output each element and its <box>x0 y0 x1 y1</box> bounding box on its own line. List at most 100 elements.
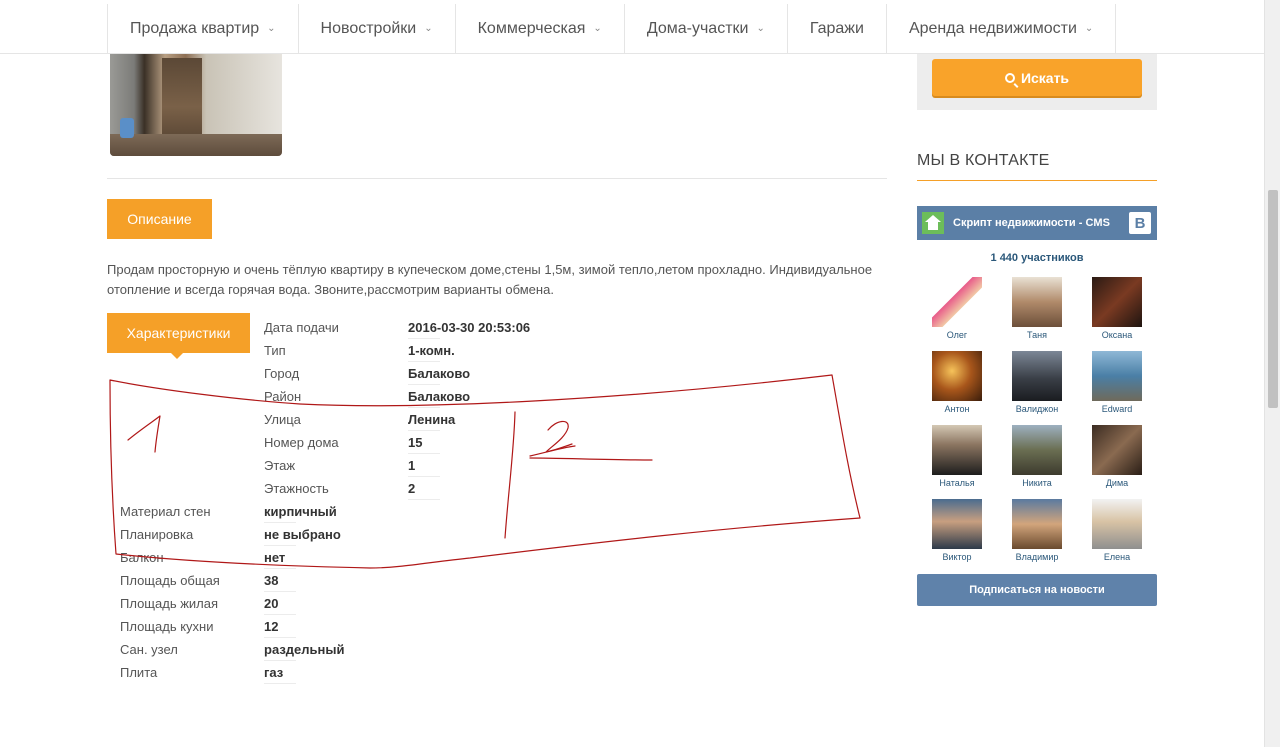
characteristic-row: Этажность 2 <box>264 477 442 500</box>
vk-member[interactable]: Edward <box>1089 351 1145 414</box>
vk-member-name[interactable]: Виктор <box>929 552 985 562</box>
page-scrollbar[interactable] <box>1264 0 1280 747</box>
nav-item-label: Продажа квартир <box>130 20 260 37</box>
characteristic-value: Балаково <box>408 389 471 408</box>
nav-item-5[interactable]: Гаражи <box>788 4 887 54</box>
avatar[interactable] <box>932 425 982 475</box>
vk-member[interactable]: Антон <box>929 351 985 414</box>
nav-item-label: Аренда недвижимости <box>908 20 1077 37</box>
divider <box>107 178 887 179</box>
characteristic-label: Город <box>264 366 300 381</box>
nav-item-3[interactable]: Коммерческая ⌄ <box>456 4 625 54</box>
characteristic-label: Планировка <box>120 527 194 542</box>
characteristic-row: Улица Ленина <box>264 408 455 431</box>
vk-member-name[interactable]: Валиджон <box>1009 404 1065 414</box>
vk-member-name[interactable]: Елена <box>1089 552 1145 562</box>
characteristic-value: 12 <box>264 619 298 638</box>
vk-member-name[interactable]: Оксана <box>1089 330 1145 340</box>
chevron-down-icon: ⌄ <box>1084 22 1094 34</box>
characteristic-value: 15 <box>408 435 442 454</box>
avatar[interactable] <box>1012 351 1062 401</box>
characteristic-value: 2016-03-30 20:53:06 <box>408 320 531 339</box>
avatar[interactable] <box>1092 351 1142 401</box>
chevron-down-icon: ⌄ <box>756 22 765 34</box>
nav-item-label: Гаражи <box>809 20 864 37</box>
nav-item-label: Дома-участки <box>646 20 749 37</box>
characteristic-row: Материал стен кирпичный <box>120 500 337 523</box>
characteristic-label: Улица <box>264 412 301 427</box>
characteristic-row: Район Балаково <box>264 385 470 408</box>
vk-member[interactable]: Валиджон <box>1009 351 1065 414</box>
characteristic-value: 1 <box>408 458 442 477</box>
chevron-down-icon: ⌄ <box>593 22 602 34</box>
vk-member-name[interactable]: Олег <box>929 330 985 340</box>
vk-member-name[interactable]: Таня <box>1009 330 1065 340</box>
vk-member[interactable]: Елена <box>1089 499 1145 562</box>
avatar[interactable] <box>1092 425 1142 475</box>
nav-item-6[interactable]: Аренда недвижимости ⌄ <box>887 4 1117 54</box>
avatar[interactable] <box>1092 499 1142 549</box>
avatar[interactable] <box>1012 425 1062 475</box>
characteristic-value: Ленина <box>408 412 456 431</box>
characteristic-value: раздельный <box>264 642 345 661</box>
characteristic-row: Балкон нет <box>120 546 297 569</box>
chevron-down-icon: ⌄ <box>424 22 433 34</box>
vk-member-name[interactable]: Дима <box>1089 478 1145 488</box>
characteristic-row: Этаж 1 <box>264 454 442 477</box>
vk-member[interactable]: Дима <box>1089 425 1145 488</box>
avatar[interactable] <box>932 499 982 549</box>
vk-member[interactable]: Никита <box>1009 425 1065 488</box>
vk-group-header[interactable]: Скрипт недвижимости - CMS В <box>917 206 1157 240</box>
nav-item-label: Коммерческая <box>477 20 586 37</box>
vk-member[interactable]: Олег <box>929 277 985 340</box>
nav-menu: Продажа квартир ⌄ Новостройки ⌄ Коммерческая… <box>107 4 1117 54</box>
characteristic-row: Плита газ <box>120 661 297 684</box>
tab-characteristics[interactable]: Характеристики <box>107 313 250 359</box>
characteristic-value: газ <box>264 665 297 684</box>
characteristic-label: Этажность <box>264 481 329 496</box>
characteristic-value: 1-комн. <box>408 343 455 362</box>
listing-photo[interactable] <box>110 54 282 156</box>
subscribe-button[interactable]: Подписаться на новости <box>917 574 1157 606</box>
vk-member-name[interactable]: Наталья <box>929 478 985 488</box>
vk-logo-icon: В <box>1129 212 1151 234</box>
characteristic-row: Тип 1-комн. <box>264 339 455 362</box>
avatar[interactable] <box>932 277 982 327</box>
top-navigation: Продажа квартир ⌄ Новостройки ⌄ Коммерческая… <box>0 0 1264 54</box>
characteristic-row: Площадь общая 38 <box>120 569 298 592</box>
characteristic-row: Сан. узел раздельный <box>120 638 344 661</box>
scrollbar-thumb[interactable] <box>1268 190 1278 408</box>
characteristic-value: 2 <box>408 481 442 500</box>
characteristic-label: Район <box>264 389 302 404</box>
vk-member-name[interactable]: Антон <box>929 404 985 414</box>
vk-member-name[interactable]: Владимир <box>1009 552 1065 562</box>
nav-item-4[interactable]: Дома-участки ⌄ <box>625 4 788 54</box>
nav-item-2[interactable]: Новостройки ⌄ <box>299 4 456 54</box>
tab-description[interactable]: Описание <box>107 199 212 239</box>
avatar[interactable] <box>932 351 982 401</box>
vk-member[interactable]: Таня <box>1009 277 1065 340</box>
chevron-down-icon: ⌄ <box>267 22 276 34</box>
characteristic-label: Сан. узел <box>120 642 178 657</box>
avatar[interactable] <box>1012 277 1062 327</box>
characteristic-value: 20 <box>264 596 298 615</box>
avatar[interactable] <box>1012 499 1062 549</box>
search-button[interactable]: Искать <box>932 59 1142 96</box>
vk-member-name[interactable]: Никита <box>1009 478 1065 488</box>
house-icon <box>922 212 944 234</box>
vk-group-name[interactable]: Скрипт недвижимости - CMS <box>953 217 1110 229</box>
characteristic-label: Плита <box>120 665 158 680</box>
characteristic-label: Этаж <box>264 458 296 473</box>
avatar[interactable] <box>1092 277 1142 327</box>
characteristic-row: Площадь жилая 20 <box>120 592 298 615</box>
characteristic-row: Город Балаково <box>264 362 470 385</box>
vk-member[interactable]: Оксана <box>1089 277 1145 340</box>
characteristic-label: Балкон <box>120 550 164 565</box>
vk-member[interactable]: Наталья <box>929 425 985 488</box>
vk-member-name[interactable]: Edward <box>1089 404 1145 414</box>
vk-member[interactable]: Виктор <box>929 499 985 562</box>
nav-item-1[interactable]: Продажа квартир ⌄ <box>108 4 299 54</box>
vk-member[interactable]: Владимир <box>1009 499 1065 562</box>
characteristic-value: кирпичный <box>264 504 337 523</box>
characteristic-label: Дата подачи <box>264 320 339 335</box>
